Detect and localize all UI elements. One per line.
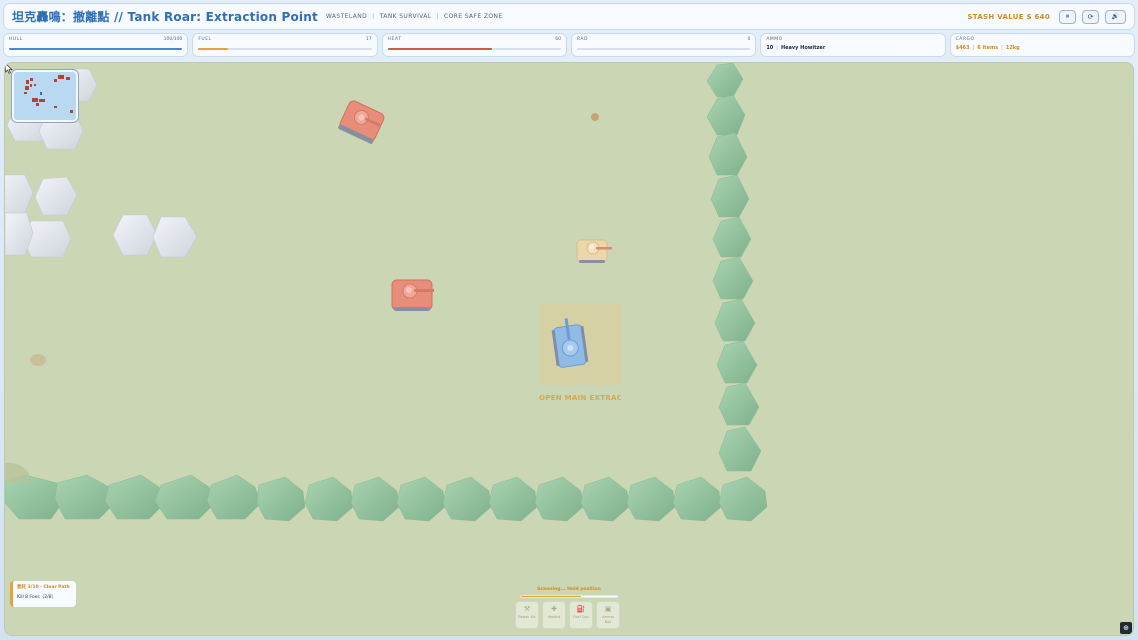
hull-bar-fill (9, 48, 183, 50)
ammo-box-icon: ▣ (604, 605, 612, 613)
game-window: 坦克轟鳴：撤離點 // Tank Roar: Extraction Point … (0, 0, 1138, 640)
wrench-icon: ⚒ (523, 605, 531, 613)
ammo-count: 10 (766, 45, 774, 51)
objective-title: 委託 3/10 · Clear Path (17, 585, 70, 590)
zoom-button[interactable]: ⊕ (1120, 622, 1132, 634)
scan-status: Scanning... Hold position (514, 587, 624, 598)
action-label: Repair Kit (518, 615, 536, 619)
action-label: Medkit (547, 615, 561, 619)
pause-button[interactable]: ⏸ (1059, 9, 1076, 24)
fuel-label: FUEL (198, 37, 212, 42)
rad-value: 0 (747, 37, 751, 42)
repair-kit-button[interactable]: ⚒ Repair Kit (515, 601, 539, 629)
heat-value: 60 (555, 37, 561, 42)
tag-core-safe-zone: CORE SAFE ZONE (443, 13, 503, 20)
fuel-can-button[interactable]: ⛽ Fuel Can (569, 601, 593, 629)
heat-panel: HEAT 60 (381, 33, 567, 57)
pause-icon: ⏸ (1065, 12, 1070, 20)
enemy-tank (338, 100, 385, 144)
hull-value: 100/100 (163, 37, 183, 42)
ammo-box-button[interactable]: ▣ Ammo Box (596, 601, 620, 629)
pipe-separator: | (972, 45, 975, 51)
restart-button[interactable]: ⟳ (1082, 9, 1099, 24)
action-label: Ammo Box (602, 615, 614, 624)
stats-row: HULL 100/100 FUEL 17 HEAT 60 RAD 0 AMMO … (3, 33, 1135, 57)
zoom-icon: ⊕ (1123, 624, 1129, 632)
heat-bar-fill (387, 48, 492, 50)
tag-tank-survival: TANK SURVIVAL (379, 13, 432, 20)
tag-separator: | (436, 13, 439, 20)
ammo-info: 10 | Heavy Howitzer (766, 45, 939, 51)
mud-patch (30, 354, 46, 366)
heat-label: HEAT (387, 37, 402, 42)
neutral-tank (576, 239, 612, 263)
stash-value: STASH VALUE $ 640 (967, 12, 1050, 21)
ammo-panel: AMMO 10 | Heavy Howitzer (760, 33, 946, 57)
weapon-name: Heavy Howitzer (780, 45, 826, 51)
extract-zone-label: OPEN MAIN EXTRACT (539, 394, 621, 402)
pipe-separator: | (776, 45, 778, 51)
cargo-money: $463 (955, 45, 970, 51)
tree-line-vertical (706, 63, 762, 472)
action-label: Fuel Can (573, 615, 589, 619)
cargo-weight: 12kg (1005, 45, 1020, 51)
restart-icon: ⟳ (1087, 12, 1094, 21)
enemy-tank (391, 279, 434, 311)
mode-tags: WASTELAND | TANK SURVIVAL | CORE SAFE ZO… (326, 13, 503, 20)
fuel-bar (198, 48, 372, 50)
minimap-map (24, 75, 73, 113)
fuel-panel: FUEL 17 (192, 33, 378, 57)
rad-label: RAD (576, 37, 588, 42)
tag-separator: | (372, 13, 375, 20)
hull-bar (9, 48, 183, 50)
mouse-cursor-icon (5, 63, 13, 74)
pipe-separator: | (1001, 45, 1003, 51)
bush (5, 462, 29, 483)
medkit-button[interactable]: ✚ Medkit (542, 601, 566, 629)
battlefield-scene (5, 63, 768, 522)
tag-wasteland: WASTELAND (325, 13, 368, 20)
rad-bar (576, 48, 751, 50)
objective-card: 委託 3/10 · Clear Path Kill 8 Foes（2/8） (10, 581, 76, 607)
rad-panel: RAD 0 (570, 33, 757, 57)
ammo-label: AMMO (766, 37, 783, 42)
objective-progress: Kill 8 Foes（2/8） (17, 595, 56, 600)
scan-text: Scanning... Hold position (537, 587, 601, 592)
sound-button[interactable]: 🔊 (1105, 9, 1126, 24)
bandage-icon: ✚ (551, 605, 557, 613)
minimap[interactable] (11, 69, 79, 123)
tree-line-horizontal (5, 474, 768, 522)
top-header: 坦克轟鳴：撤離點 // Tank Roar: Extraction Point … (3, 3, 1135, 30)
fuel-value: 17 (365, 37, 372, 42)
cargo-label: CARGO (955, 37, 975, 42)
cargo-items: 6 items (977, 45, 999, 51)
sound-icon: 🔊 (1111, 13, 1120, 20)
loot-marker (591, 113, 599, 121)
scan-progress-bar (520, 595, 618, 598)
cargo-panel: CARGO $463 | 6 items | 12kg (949, 33, 1135, 57)
fuel-can-icon: ⛽ (576, 605, 586, 613)
cargo-info: $463 | 6 items | 12kg (956, 45, 1129, 51)
heat-bar (387, 48, 561, 50)
game-title: 坦克轟鳴：撤離點 // Tank Roar: Extraction Point (12, 10, 318, 24)
action-bar: ⚒ Repair Kit ✚ Medkit ⛽ Fuel Can ▣ Ammo … (515, 601, 620, 629)
hull-panel: HULL 100/100 (3, 33, 189, 57)
scan-progress-fill (521, 596, 581, 597)
fuel-bar-fill (198, 48, 228, 50)
battlefield[interactable]: OPEN MAIN EXTRACT 委託 3/10 · Clear Path K… (4, 62, 1134, 636)
hull-label: HULL (9, 37, 23, 42)
